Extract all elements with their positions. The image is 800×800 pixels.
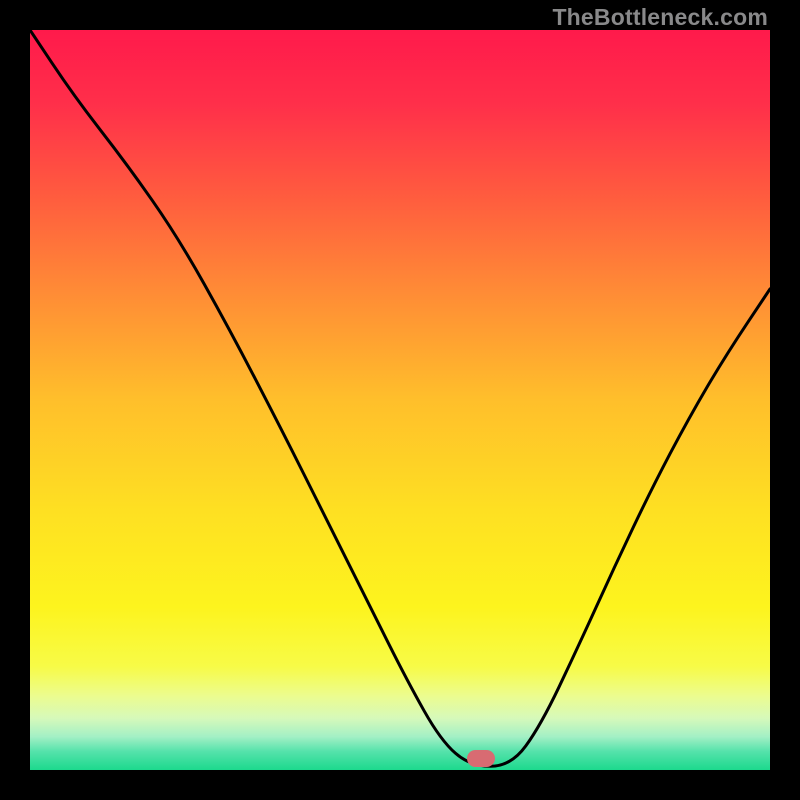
- bottleneck-curve: [30, 30, 770, 770]
- chart-frame: TheBottleneck.com: [0, 0, 800, 800]
- plot-area: [30, 30, 770, 770]
- watermark-text: TheBottleneck.com: [552, 4, 768, 31]
- minimum-marker: [467, 750, 495, 767]
